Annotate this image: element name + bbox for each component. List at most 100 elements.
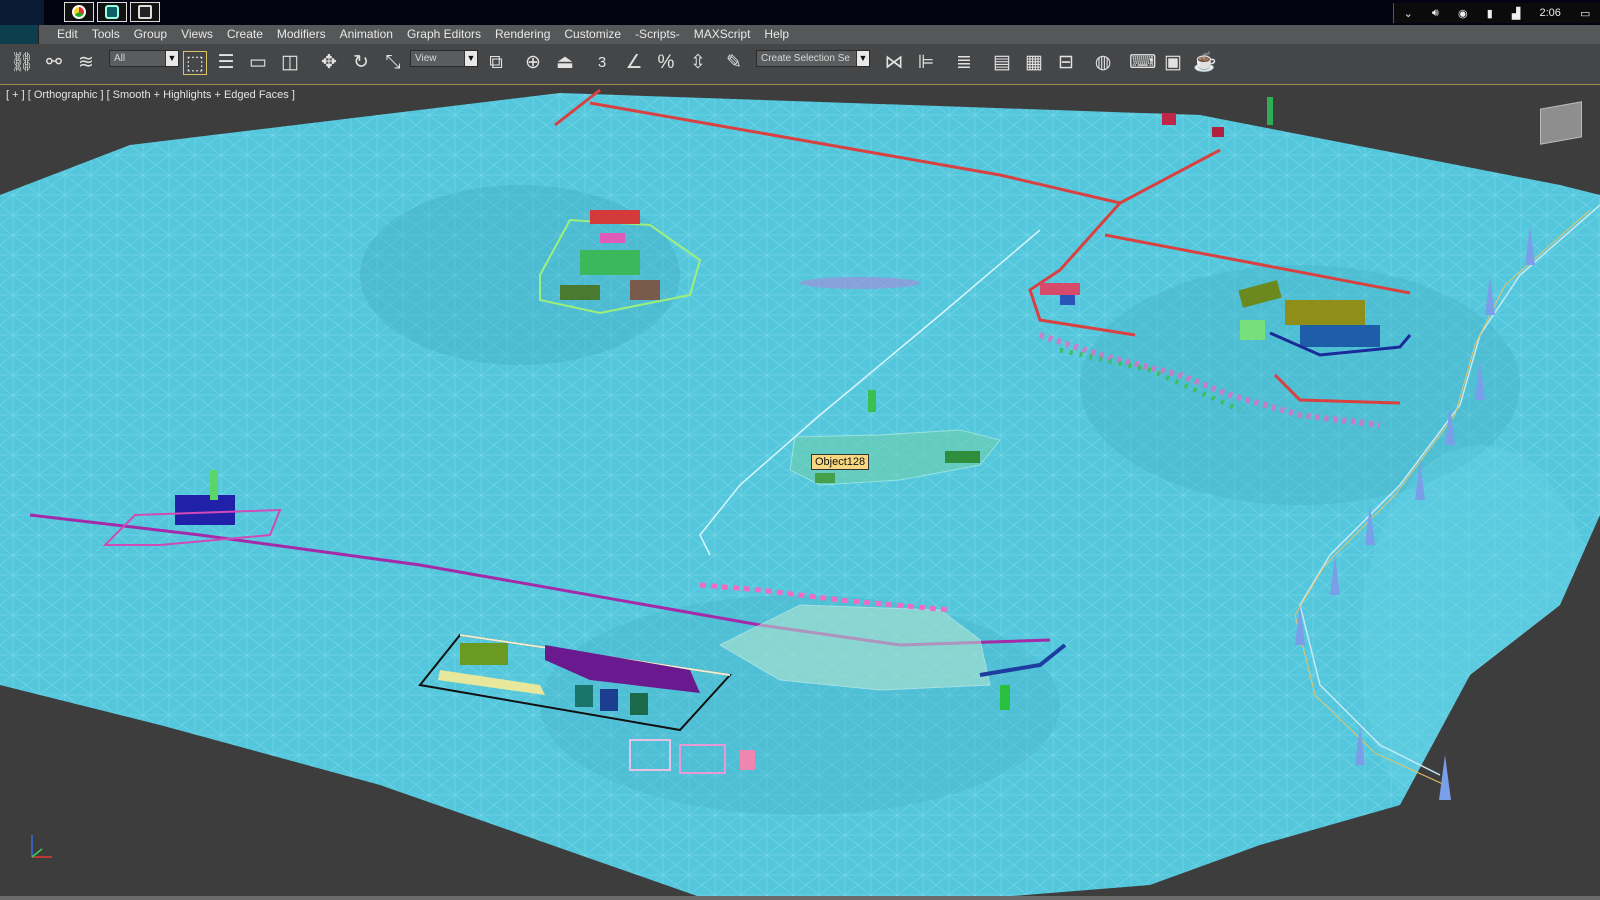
select-manipulate-icon[interactable]: ⊕: [521, 51, 545, 75]
keyboard-shortcut-toggle-icon[interactable]: ⏏: [553, 51, 577, 75]
keyboard-icon[interactable]: ▭: [1580, 7, 1590, 20]
menu-tools[interactable]: Tools: [85, 25, 127, 44]
object-tooltip: Object128: [811, 454, 870, 470]
link-icon[interactable]: ⛓: [10, 51, 34, 75]
window-crossing-icon[interactable]: ◫: [278, 51, 302, 75]
3dsmax-app-icon[interactable]: [97, 2, 127, 22]
building-yellow-olive[interactable]: [1285, 300, 1365, 325]
rectangular-selection-icon[interactable]: ▭: [246, 51, 270, 75]
menu-create[interactable]: Create: [220, 25, 270, 44]
building-olive[interactable]: [460, 643, 508, 665]
tank-green[interactable]: [868, 390, 876, 412]
building-green[interactable]: [945, 451, 980, 463]
chrome-icon[interactable]: [64, 2, 94, 22]
bind-space-warp-icon[interactable]: ≋: [74, 51, 98, 75]
marker-red[interactable]: [1162, 113, 1176, 125]
align-icon[interactable]: ⊫: [914, 51, 938, 75]
marker-red[interactable]: [1212, 127, 1224, 137]
building-light-green[interactable]: [1240, 320, 1265, 340]
schematic-view-icon[interactable]: ⊟: [1054, 51, 1078, 75]
graphite-ribbon-icon[interactable]: ▤: [990, 51, 1014, 75]
stack-green[interactable]: [210, 470, 218, 500]
select-by-name-icon[interactable]: ☰: [214, 51, 238, 75]
structure-pink[interactable]: [740, 750, 755, 770]
unlink-icon[interactable]: ⚯: [42, 51, 66, 75]
percent-snap-icon[interactable]: %: [654, 51, 678, 75]
scale-icon[interactable]: ⤡: [381, 51, 405, 75]
terrain-ridge-highlight: [1360, 445, 1600, 845]
menu-bar: Edit Tools Group Views Create Modifiers …: [0, 25, 1600, 44]
camera-app-icon[interactable]: [130, 2, 160, 22]
reference-coord-value: View: [415, 53, 437, 64]
terrain-mesh[interactable]: [0, 85, 1600, 897]
chevron-down-icon: ▼: [856, 51, 869, 66]
building-pink[interactable]: [600, 233, 625, 243]
building-red[interactable]: [590, 210, 640, 224]
render-production-icon[interactable]: ☕: [1193, 51, 1217, 75]
menu-help[interactable]: Help: [757, 25, 796, 44]
tank-teal[interactable]: [630, 693, 648, 715]
rotate-icon[interactable]: ↻: [349, 51, 373, 75]
named-selection-sets-dropdown[interactable]: Create Selection Se ▼: [756, 50, 870, 67]
power-tower[interactable]: [1439, 755, 1451, 800]
main-toolbar: ⛓ ⚯ ≋ All ▼ ⬚ ☰ ▭ ◫ ✥ ↻ ⤡ View ▼ ⧉ ⊕ ⏏ 3 ∠…: [0, 44, 1600, 85]
tank-teal[interactable]: [575, 685, 593, 707]
pivot-center-icon[interactable]: ⧉: [484, 51, 508, 75]
mirror-icon[interactable]: ⋈: [882, 51, 906, 75]
tank-blue[interactable]: [600, 689, 618, 711]
chevron-down-icon: ▼: [464, 51, 477, 66]
status-strip: [0, 896, 1600, 900]
edit-named-selection-icon[interactable]: ✎: [722, 51, 746, 75]
angle-snap-icon[interactable]: ∠: [622, 51, 646, 75]
menu-maxscript[interactable]: MAXScript: [687, 25, 758, 44]
named-selection-placeholder: Create Selection Se: [761, 53, 850, 64]
viewport-label[interactable]: [ + ] [ Orthographic ] [ Smooth + Highli…: [6, 89, 295, 101]
marker-green[interactable]: [1267, 97, 1273, 125]
menu-group[interactable]: Group: [127, 25, 174, 44]
menu-modifiers[interactable]: Modifiers: [270, 25, 333, 44]
building-dark-green[interactable]: [560, 285, 600, 300]
reference-coord-dropdown[interactable]: View ▼: [410, 50, 478, 67]
layer-manager-icon[interactable]: ≣: [952, 51, 976, 75]
menu-customize[interactable]: Customize: [557, 25, 628, 44]
speaker-icon[interactable]: 🔊︎: [1432, 7, 1439, 20]
battery-icon[interactable]: ▮: [1487, 7, 1493, 20]
menu-views[interactable]: Views: [174, 25, 220, 44]
material-editor-icon[interactable]: ◍: [1091, 51, 1115, 75]
render-setup-icon[interactable]: ⌨: [1129, 51, 1156, 75]
menu-edit[interactable]: Edit: [50, 25, 85, 44]
snaps-toggle-label: 3: [597, 54, 607, 71]
axis-tripod-icon: [31, 835, 52, 858]
move-icon[interactable]: ✥: [317, 51, 341, 75]
building-blue[interactable]: [1300, 325, 1380, 347]
building-blue[interactable]: [1060, 295, 1075, 305]
viewcube-icon[interactable]: [1540, 101, 1582, 145]
menu-scripts[interactable]: -Scripts-: [628, 25, 687, 44]
viewport-orthographic[interactable]: [ + ] [ Orthographic ] [ Smooth + Highli…: [0, 84, 1600, 897]
building-brown[interactable]: [630, 280, 660, 300]
selection-filter-dropdown[interactable]: All ▼: [109, 50, 179, 67]
tank-green[interactable]: [1000, 685, 1010, 710]
spinner-snap-icon[interactable]: ⇳: [686, 51, 710, 75]
purple-patch: [800, 277, 920, 289]
menu-animation[interactable]: Animation: [333, 25, 400, 44]
building-red[interactable]: [1040, 283, 1080, 295]
network-icon[interactable]: ◉: [1458, 7, 1468, 20]
chevron-down-icon[interactable]: ⌄: [1404, 7, 1413, 20]
menu-graph-editors[interactable]: Graph Editors: [400, 25, 488, 44]
menu-rendering[interactable]: Rendering: [488, 25, 557, 44]
select-object-icon[interactable]: ⬚: [183, 51, 207, 75]
building-green[interactable]: [580, 250, 640, 275]
building-dark-blue[interactable]: [175, 495, 235, 525]
taskbar: ⌄ 🔊︎ ◉ ▮ ▟ 2:06 ▭: [0, 0, 1600, 25]
curve-editor-icon[interactable]: ▦: [1022, 51, 1046, 75]
signal-icon[interactable]: ▟: [1512, 7, 1520, 20]
app-logo-icon[interactable]: [0, 25, 39, 44]
rendered-frame-window-icon[interactable]: ▣: [1161, 51, 1185, 75]
selection-filter-value: All: [114, 53, 126, 64]
system-tray: ⌄ 🔊︎ ◉ ▮ ▟ 2:06 ▭: [1393, 3, 1600, 23]
start-area[interactable]: [0, 0, 44, 25]
building-green[interactable]: [815, 473, 835, 483]
clock-time[interactable]: 2:06: [1539, 7, 1560, 19]
snaps-toggle-icon[interactable]: 3: [590, 51, 614, 75]
